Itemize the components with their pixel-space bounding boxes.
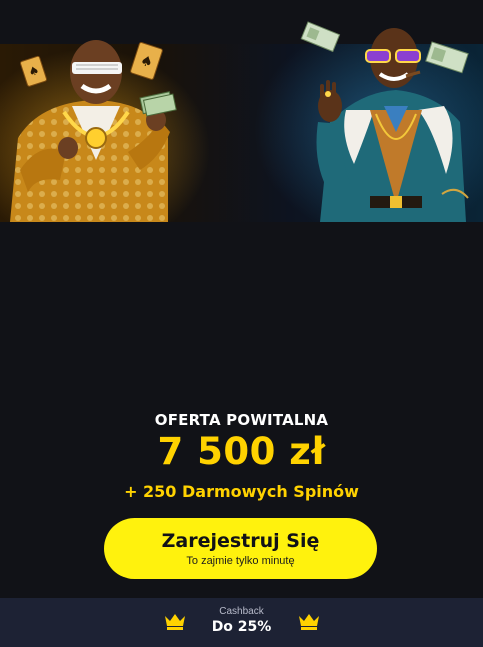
cashback-bar: Cashback Do 25%: [0, 598, 483, 647]
hero-banner: ♠ ♠: [0, 0, 483, 222]
cashback-value: Do 25%: [211, 619, 272, 635]
offer-amount: 7 500 zł: [157, 430, 326, 473]
register-button[interactable]: Zarejestruj Się To zajmie tylko minutę: [104, 518, 377, 579]
offer-title: OFERTA POWITALNA: [154, 411, 329, 429]
register-button-label: Zarejestruj Się: [161, 530, 320, 552]
cashback-label: Cashback: [219, 606, 264, 617]
character-gold-suit-image: ♠ ♠: [10, 40, 177, 222]
offer-free-spins: + 250 Darmowych Spinów: [124, 482, 359, 501]
character-fur-coat-image: [300, 21, 469, 222]
crown-icon: [299, 614, 319, 630]
register-button-sublabel: To zajmie tylko minutę: [186, 555, 295, 567]
